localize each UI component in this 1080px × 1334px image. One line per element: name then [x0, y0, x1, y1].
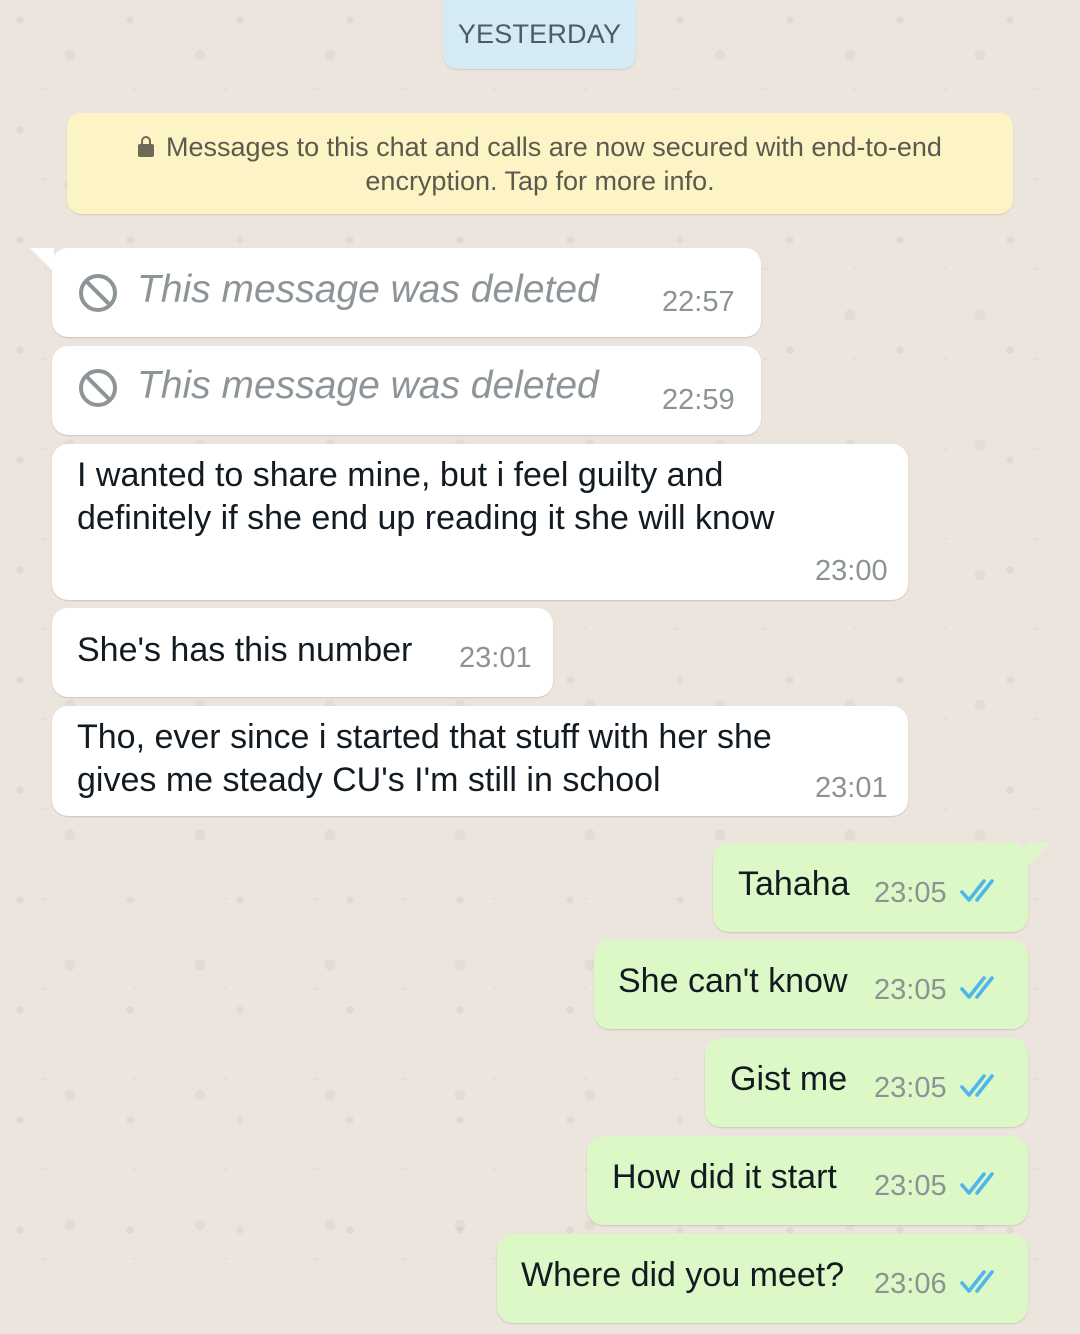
- encryption-notice-line-1: Messages to this chat and calls are now …: [67, 130, 1013, 164]
- message-outgoing[interactable]: She can't know 23:05: [594, 940, 1028, 1029]
- message-text-line: Tho, ever since i started that stuff wit…: [77, 718, 772, 756]
- read-receipt-icon: [960, 879, 994, 902]
- message-timestamp: 23:05: [874, 1072, 947, 1104]
- message-timestamp: 22:59: [662, 384, 735, 416]
- message-text-line: I wanted to share mine, but i feel guilt…: [77, 456, 724, 494]
- message-text-line: definitely if she end up reading it she …: [77, 499, 775, 537]
- message-timestamp: 23:01: [815, 772, 888, 804]
- message-incoming[interactable]: I wanted to share mine, but i feel guilt…: [52, 444, 908, 600]
- message-deleted-icon: [79, 274, 117, 312]
- message-deleted-icon: [79, 369, 117, 407]
- lock-icon: [138, 136, 155, 157]
- message-text: Tahaha: [738, 865, 850, 903]
- message-text: This message was deleted: [137, 268, 599, 311]
- message-text: Where did you meet?: [521, 1256, 845, 1294]
- message-incoming[interactable]: She's has this number 23:01: [52, 608, 553, 697]
- message-incoming-deleted[interactable]: This message was deleted 22:59: [52, 346, 761, 435]
- encryption-notice-line-2: encryption. Tap for more info.: [365, 166, 715, 196]
- message-timestamp: 23:05: [874, 877, 947, 909]
- message-text: She's has this number: [77, 631, 413, 669]
- read-receipt-icon: [960, 1074, 994, 1097]
- message-outgoing[interactable]: Where did you meet? 23:06: [497, 1234, 1028, 1323]
- message-text-line: gives me steady CU's I'm still in school: [77, 761, 661, 799]
- encryption-notice[interactable]: Messages to this chat and calls are now …: [67, 113, 1013, 214]
- message-timestamp: 22:57: [662, 286, 735, 318]
- message-outgoing[interactable]: Gist me 23:05: [705, 1038, 1028, 1127]
- message-text: Gist me: [730, 1060, 848, 1098]
- message-timestamp: 23:01: [459, 642, 532, 674]
- message-incoming-deleted[interactable]: This message was deleted 22:57: [30, 248, 761, 337]
- read-receipt-icon: [960, 976, 994, 999]
- message-incoming[interactable]: Tho, ever since i started that stuff wit…: [52, 706, 908, 816]
- date-divider: YESTERDAY: [443, 0, 636, 69]
- message-text: How did it start: [612, 1158, 837, 1196]
- message-timestamp: 23:00: [815, 555, 888, 587]
- message-text: This message was deleted: [137, 364, 599, 407]
- read-receipt-icon: [960, 1172, 994, 1195]
- message-outgoing[interactable]: How did it start 23:05: [587, 1136, 1028, 1225]
- message-outgoing[interactable]: Tahaha 23:05: [713, 843, 1050, 932]
- message-timestamp: 23:05: [874, 974, 947, 1006]
- message-timestamp: 23:05: [874, 1170, 947, 1202]
- message-text: She can't know: [618, 962, 848, 1000]
- read-receipt-icon: [960, 1270, 994, 1293]
- message-timestamp: 23:06: [874, 1268, 947, 1300]
